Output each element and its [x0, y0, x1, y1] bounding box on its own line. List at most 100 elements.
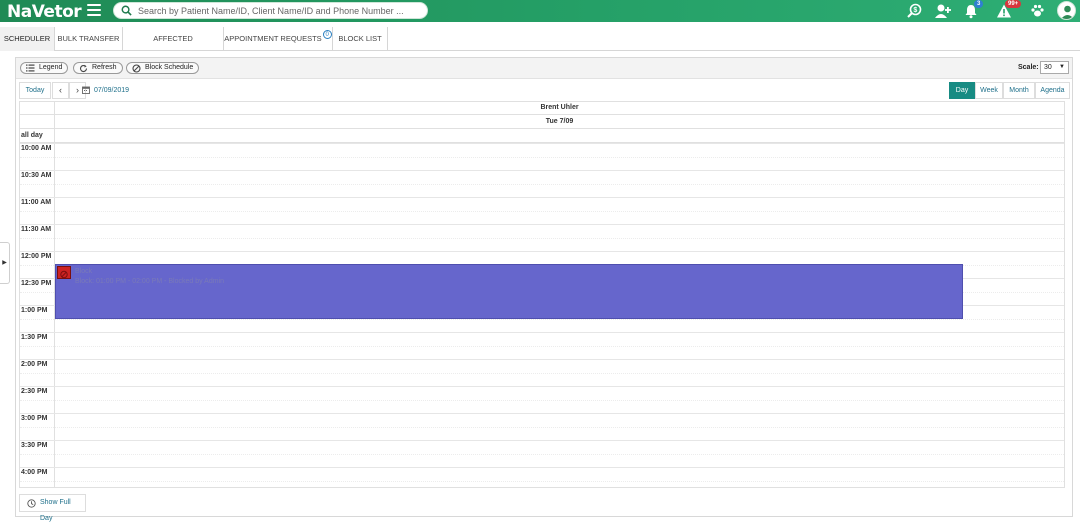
legend-button[interactable]: Legend	[20, 62, 69, 74]
time-slot-half[interactable]	[20, 480, 1064, 488]
time-slot[interactable]	[20, 143, 1064, 157]
allday-row[interactable]: all day	[20, 129, 1064, 143]
day-label: Tue 7/09	[54, 115, 1064, 128]
appointment-description: Block: 01:00 PM - 02:00 PM - Blocked by …	[75, 278, 225, 285]
app-logo[interactable]: NaVetor	[7, 2, 82, 22]
date-picker[interactable]: 07/09/2019	[82, 84, 130, 97]
view-week-button[interactable]: Week	[975, 82, 1003, 99]
time-slot[interactable]	[20, 224, 1064, 238]
time-label: 3:30 PM	[21, 442, 48, 449]
tab-appointment-requests[interactable]: APPOINTMENT REQUESTS 0	[224, 27, 333, 51]
time-slot[interactable]	[20, 359, 1064, 373]
time-slot[interactable]	[20, 251, 1064, 265]
tab-bulk-transfer[interactable]: BULK TRANSFER	[55, 27, 123, 51]
time-slot-half[interactable]	[20, 426, 1064, 441]
alerts-badge: 99+	[1005, 0, 1022, 8]
caret-down-icon: ▼	[1059, 64, 1065, 70]
block-schedule-label: Block Schedule	[145, 64, 194, 71]
notifications-badge: 3	[974, 0, 984, 8]
time-label: 10:00 AM	[21, 145, 52, 152]
time-slot[interactable]	[20, 197, 1064, 211]
avatar[interactable]	[1057, 1, 1076, 20]
time-slot-half[interactable]	[20, 372, 1064, 387]
side-panel-toggle[interactable]: ▶	[0, 242, 10, 284]
clock-icon	[27, 499, 36, 508]
refresh-icon	[79, 64, 88, 72]
add-user-icon[interactable]	[934, 3, 951, 19]
scheduler-panel: Legend Refresh Block Schedule Scale: 30 …	[15, 57, 1073, 522]
prev-button[interactable]: ‹	[52, 82, 69, 99]
time-label: 11:00 AM	[21, 199, 52, 206]
avatar-icon	[1061, 5, 1074, 19]
tab-block-list[interactable]: BLOCK LIST	[333, 27, 388, 51]
search-icon	[121, 5, 132, 16]
today-button[interactable]: Today	[19, 82, 51, 99]
time-slot[interactable]	[20, 332, 1064, 346]
time-label: 12:00 PM	[21, 253, 52, 260]
time-label: 4:00 PM	[21, 469, 48, 476]
view-day-button[interactable]: Day	[949, 82, 975, 99]
show-full-day-label: Show Full Day	[40, 499, 71, 522]
time-slot[interactable]	[20, 170, 1064, 184]
show-full-day-button[interactable]: Show Full Day	[19, 494, 86, 522]
time-slot[interactable]	[20, 386, 1064, 400]
tab-appointment-requests-label: APPOINTMENT REQUESTS	[224, 34, 322, 43]
allday-slot[interactable]	[54, 129, 1064, 142]
block-schedule-button[interactable]: Block Schedule	[126, 62, 200, 74]
block-status-icon	[57, 266, 71, 279]
svg-text:$: $	[913, 7, 917, 14]
appointment-title: Block	[75, 268, 93, 275]
calendar-nav: Today ‹ › 07/09/2019 Day Week Month Agen…	[19, 82, 1070, 99]
scheduler-toolbar: Legend Refresh Block Schedule Scale: 30 …	[16, 58, 1072, 79]
scheduler-tabs: SCHEDULER BULK TRANSFER AFFECTED APPOINT…	[0, 27, 1080, 67]
time-slot-half[interactable]	[20, 318, 1064, 333]
bell-icon[interactable]: 3	[964, 0, 984, 19]
time-label: 2:00 PM	[21, 361, 48, 368]
scale-value: 30	[1044, 64, 1052, 71]
time-slot[interactable]	[20, 440, 1064, 454]
time-slot[interactable]	[20, 467, 1064, 481]
legend-label: Legend	[39, 64, 63, 71]
allday-label: all day	[21, 132, 43, 139]
time-slot-half[interactable]	[20, 156, 1064, 171]
time-label: 1:00 PM	[21, 307, 48, 314]
search-dollar-icon[interactable]: $	[906, 3, 923, 19]
tab-scheduler[interactable]: SCHEDULER	[0, 27, 55, 51]
list-icon	[26, 64, 35, 72]
tab-affected-appointments[interactable]: AFFECTED APPOINTMENTS	[123, 27, 224, 67]
time-slot-half[interactable]	[20, 237, 1064, 252]
day-calendar: Brent Uhler Tue 7/09 all day 10:00 AM 10:…	[19, 101, 1065, 488]
requests-count-badge: 0	[322, 30, 332, 39]
day-header-row: Tue 7/09	[20, 115, 1064, 129]
current-date: 07/09/2019	[94, 87, 130, 94]
appointment-block[interactable]: Block Block: 01:00 PM - 02:00 PM - Block…	[55, 264, 963, 319]
refresh-label: Refresh	[92, 64, 117, 71]
scale-label: Scale:	[1018, 64, 1039, 71]
time-slot[interactable]	[20, 413, 1064, 427]
time-label: 2:30 PM	[21, 388, 48, 395]
ban-icon	[132, 64, 141, 73]
time-slot-half[interactable]	[20, 183, 1064, 198]
global-search[interactable]	[113, 2, 428, 19]
time-label: 3:00 PM	[21, 415, 48, 422]
time-slot-half[interactable]	[20, 210, 1064, 225]
warning-icon[interactable]: 99+	[996, 0, 1022, 19]
menu-icon[interactable]	[87, 4, 101, 17]
view-month-button[interactable]: Month	[1003, 82, 1035, 99]
scale-select[interactable]: 30 ▼	[1040, 61, 1069, 74]
resource-name: Brent Uhler	[54, 102, 1064, 114]
time-label: 11:30 AM	[21, 226, 52, 233]
refresh-button[interactable]: Refresh	[73, 62, 123, 74]
time-label: 1:30 PM	[21, 334, 48, 341]
time-slot-half[interactable]	[20, 345, 1064, 360]
top-navbar: NaVetor $ 3 99+	[0, 0, 1080, 22]
time-slot-half[interactable]	[20, 453, 1064, 468]
time-label: 10:30 AM	[21, 172, 52, 179]
resource-header-row: Brent Uhler	[20, 102, 1064, 115]
calendar-icon	[82, 86, 90, 94]
time-label: 12:30 PM	[21, 280, 52, 287]
time-slot-half[interactable]	[20, 399, 1064, 414]
search-input[interactable]	[138, 4, 418, 17]
paw-icon[interactable]	[1030, 3, 1047, 19]
view-agenda-button[interactable]: Agenda	[1035, 82, 1070, 99]
